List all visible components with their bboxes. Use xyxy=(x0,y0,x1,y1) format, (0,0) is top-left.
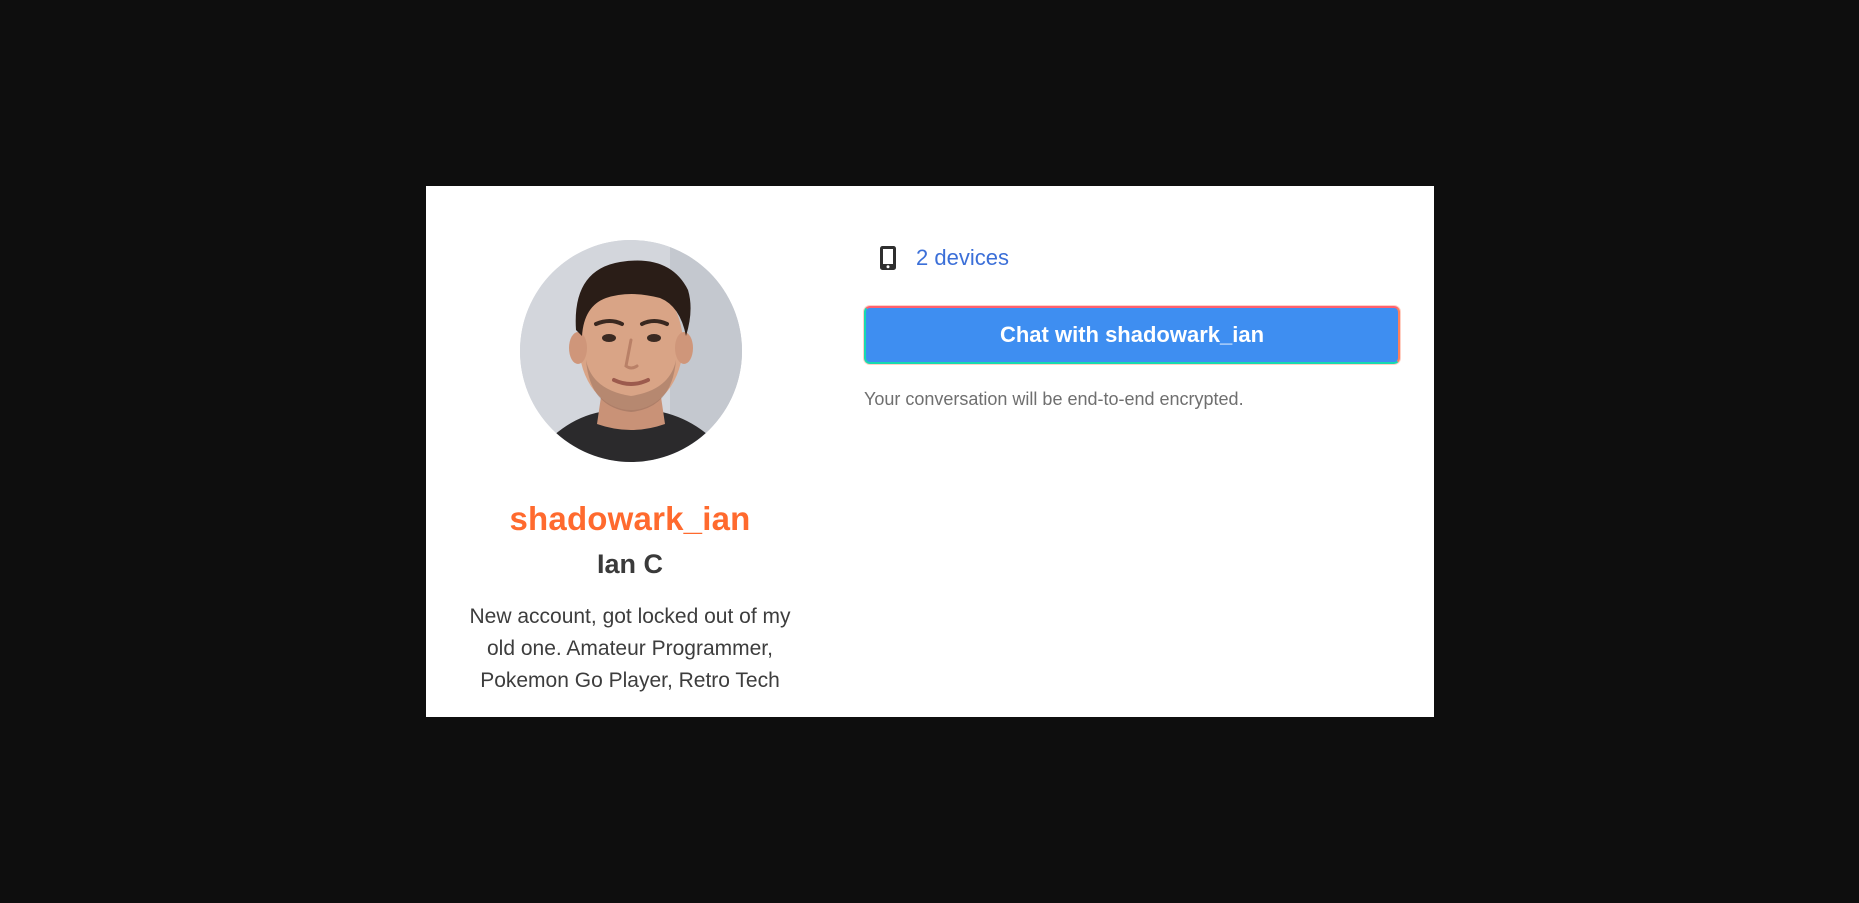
bio: New account, got locked out of my old on… xyxy=(469,605,791,692)
profile-summary: shadowark_ian Ian C New account, got loc… xyxy=(426,186,834,717)
profile-photo xyxy=(520,240,742,462)
full-name: Ian C xyxy=(596,549,663,579)
encryption-note: Your conversation will be end-to-end enc… xyxy=(864,389,1244,409)
devices-label: 2 devices xyxy=(916,245,1009,270)
devices-link[interactable]: 2 devices xyxy=(878,242,1009,274)
username: shadowark_ian xyxy=(509,500,751,537)
avatar xyxy=(520,240,742,462)
chat-button[interactable]: Chat with shadowark_ian xyxy=(864,306,1400,364)
profile-card: shadowark_ian Ian C New account, got loc… xyxy=(426,186,1434,717)
phone-icon xyxy=(880,246,896,270)
